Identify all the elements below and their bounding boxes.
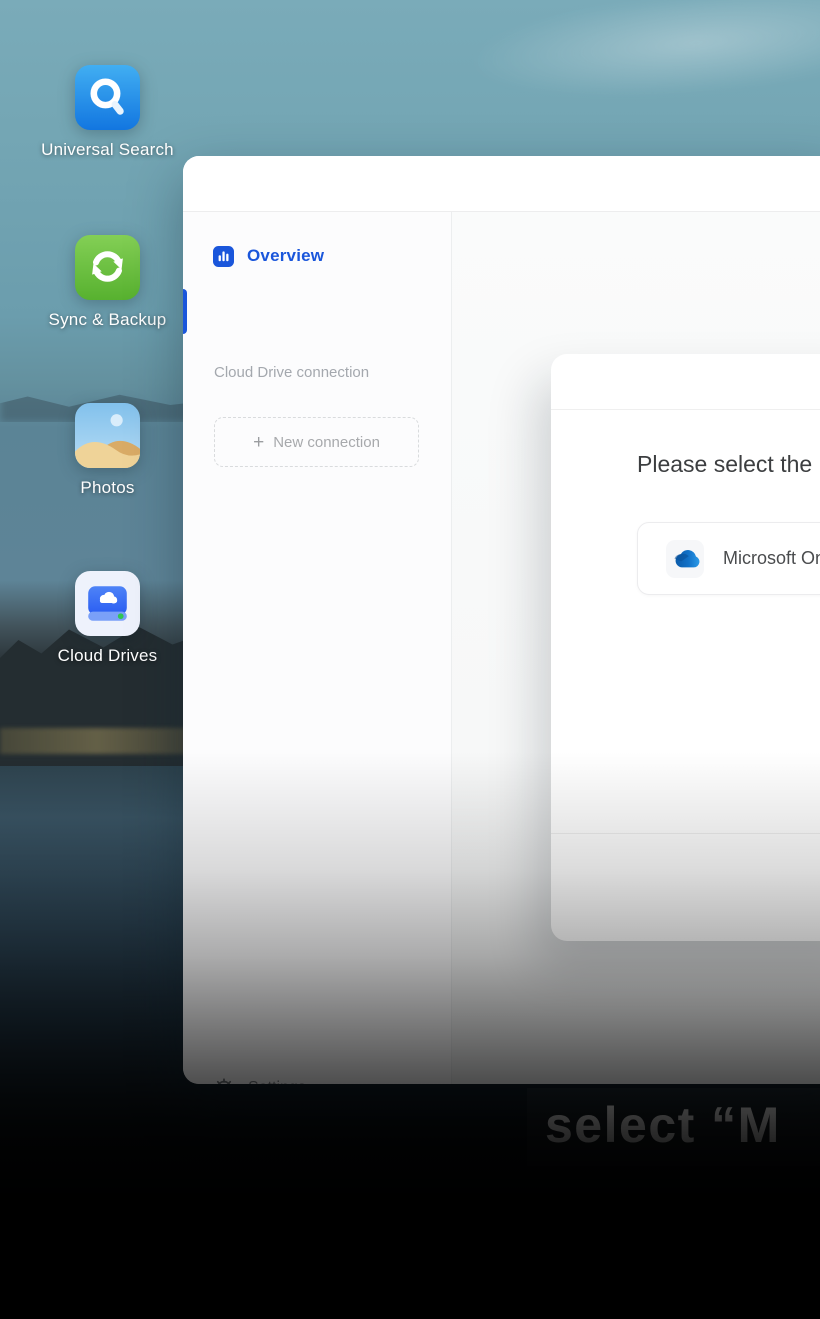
photos-icon [75,403,140,468]
new-connection-label: New connection [273,434,380,451]
settings-label: Settings [248,1079,306,1084]
provider-option-microsoft-onedrive[interactable]: Microsoft On [637,522,820,595]
dialog-header [551,354,820,410]
onedrive-icon [670,549,700,568]
gear-icon [214,1078,234,1084]
dialog-footer [551,833,820,941]
plus-icon: + [253,433,264,452]
cloud-drives-icon [75,571,140,636]
sidebar-item-label: Overview [247,246,324,266]
dialog-prompt-text: Please select the [637,451,812,478]
sync-backup-icon [75,235,140,300]
provider-label: Microsoft On [723,548,820,569]
universal-search-icon [75,65,140,130]
sidebar-section-title: Cloud Drive connection [214,364,369,381]
window-titlebar[interactable] [183,156,820,212]
cloud-wisp [457,0,820,116]
caption-text: select “M [545,1096,781,1154]
active-item-indicator [183,289,187,334]
desktop-icon-universal-search[interactable]: Universal Search [0,65,215,160]
new-connection-button[interactable]: + New connection [214,417,419,467]
overview-icon [213,246,234,267]
sidebar-item-overview[interactable]: Overview [213,238,437,274]
sidebar: Overview Cloud Drive connection + New co… [183,212,452,1084]
select-cloud-drive-dialog: Please select the Microsoft On [551,354,820,941]
provider-icon-box [666,540,704,578]
sidebar-item-settings[interactable]: Settings [214,1070,437,1084]
